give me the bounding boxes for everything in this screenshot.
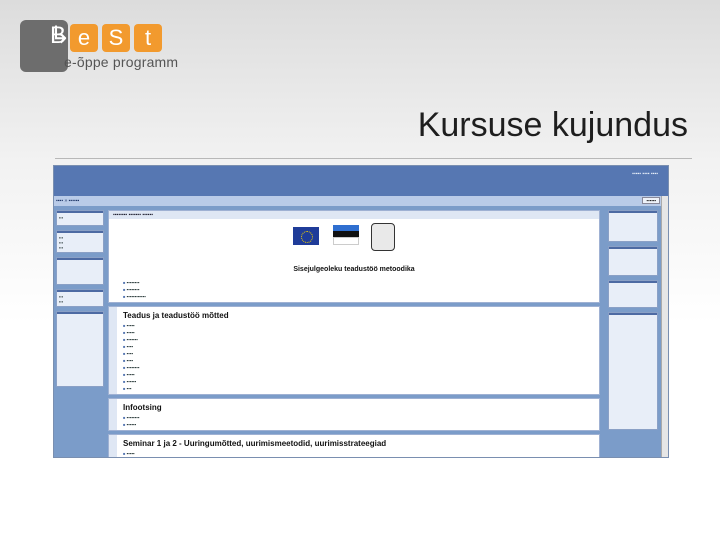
block-body <box>609 249 657 275</box>
resource-link[interactable]: ▪▪▪▪▪▪▪▪ <box>123 364 595 371</box>
scrollbar[interactable] <box>661 196 668 457</box>
course-page-screenshot: ▪▪▪▪▪ ▪▪▪▪ ▪▪▪▪ ▪▪▪▪ » ▪▪▪▪▪▪ ▪▪▪▪▪▪ ▪▪▪… <box>53 165 669 458</box>
topic-section-2: Infootsing ▪▪▪▪▪▪▪▪ ▪▪▪▪▪▪ <box>108 398 600 431</box>
course-content: ▪▪▪▪▪▪▪▪ ▪▪▪▪▪▪▪ ▪▪▪▪▪▪ Sisejulgeoleku t… <box>108 210 600 457</box>
sponsor-logos <box>109 219 599 265</box>
right-column <box>608 210 658 434</box>
left-column: ▪▪▪ ▪▪▪ ▪▪▪ ▪▪▪ ▪▪▪ ▪▪▪ <box>56 210 104 391</box>
resource-link[interactable]: ▪▪▪▪▪▪ <box>123 421 595 428</box>
resource-link[interactable]: ▪▪▪▪▪ <box>123 322 595 329</box>
eu-flag-icon <box>293 227 319 245</box>
resource-link[interactable]: ▪▪▪▪▪▪▪ <box>123 336 595 343</box>
course-intro-section: ▪▪▪▪▪▪▪▪ ▪▪▪▪▪▪▪ ▪▪▪▪▪▪ Sisejulgeoleku t… <box>108 210 600 303</box>
resource-link[interactable]: ▪▪▪▪▪▪▪▪ <box>123 279 595 286</box>
admin-block: ▪▪▪ ▪▪▪ <box>56 289 104 307</box>
breadcrumb[interactable]: ▪▪▪▪ » ▪▪▪▪▪▪ <box>56 198 79 204</box>
logo-b-block: B ↳ <box>20 20 71 72</box>
recent-activity-block <box>608 280 658 308</box>
topic-section-3: Seminar 1 ja 2 - Uuringumõtted, uurimism… <box>108 434 600 457</box>
logo-subtitle: e-õppe programm <box>64 54 179 70</box>
resource-link[interactable]: ▪▪▪▪▪▪▪▪▪▪▪▪ <box>123 293 595 300</box>
logo-arrow-icon: ↳ <box>50 22 71 49</box>
best-logo: B ↳ e S t e-õppe programm <box>20 20 180 76</box>
resource-link[interactable]: ▪▪▪▪▪▪▪▪ <box>123 414 595 421</box>
search-block <box>56 257 104 285</box>
section-header: ▪▪▪▪▪▪▪▪ ▪▪▪▪▪▪▪ ▪▪▪▪▪▪ <box>109 211 599 219</box>
resource-link[interactable]: ▪▪▪▪▪▪ <box>123 378 595 385</box>
resource-link[interactable]: ▪▪▪▪ <box>123 350 595 357</box>
resource-link[interactable]: ▪▪▪▪▪▪▪▪ <box>123 286 595 293</box>
activities-block: ▪▪▪ ▪▪▪ ▪▪▪ <box>56 230 104 253</box>
block-body <box>609 315 657 429</box>
header-links: ▪▪▪▪▪ ▪▪▪▪ ▪▪▪▪ <box>632 171 658 177</box>
topic-title: Teadus ja teadustöö mõtted <box>123 311 229 320</box>
topic-section-1: Teadus ja teadustöö mõtted ▪▪▪▪▪ ▪▪▪▪▪ ▪… <box>108 306 600 395</box>
logo-letter-e: e <box>70 24 98 52</box>
people-block: ▪▪▪ <box>56 210 104 226</box>
courses-block <box>56 311 104 387</box>
resource-link[interactable]: ▪▪▪▪▪ <box>123 329 595 336</box>
moodle-header: ▪▪▪▪▪ ▪▪▪▪ ▪▪▪▪ <box>54 166 668 196</box>
topic-title: Infootsing <box>123 403 162 412</box>
block-body <box>57 260 103 284</box>
title-divider <box>55 158 692 159</box>
section-body: Teadus ja teadustöö mõtted ▪▪▪▪▪ ▪▪▪▪▪ ▪… <box>119 307 599 394</box>
navigation-bar: ▪▪▪▪ » ▪▪▪▪▪▪ ▪▪▪▪▪▪ <box>54 196 668 206</box>
edit-button[interactable]: ▪▪▪▪▪▪ <box>642 197 660 204</box>
block-body <box>57 314 103 386</box>
block-body: ▪▪▪ ▪▪▪ <box>59 294 64 304</box>
course-title: Sisejulgeoleku teadustöö metoodika <box>293 266 415 273</box>
latest-news-block <box>608 210 658 242</box>
topic-title: Seminar 1 ja 2 - Uuringumõtted, uurimism… <box>123 439 387 448</box>
block-body: ▪▪▪ ▪▪▪ ▪▪▪ <box>59 235 64 250</box>
section-number <box>109 307 117 394</box>
block-body: ▪▪▪ <box>59 215 64 220</box>
block-body <box>609 213 657 241</box>
resource-link[interactable]: ▪▪▪▪ <box>123 343 595 350</box>
section-number <box>109 399 117 430</box>
slide-title: Kursuse kujundus <box>417 106 688 144</box>
section-body: Infootsing ▪▪▪▪▪▪▪▪ ▪▪▪▪▪▪ <box>119 399 599 430</box>
resource-link[interactable]: ▪▪▪▪▪ <box>123 371 595 378</box>
estonian-flag-icon <box>333 225 359 245</box>
upcoming-events-block <box>608 312 658 430</box>
logo-letter-s: S <box>102 24 130 52</box>
logo-letter-t: t <box>134 24 162 52</box>
section-body: ▪▪▪▪▪▪▪▪ ▪▪▪▪▪▪▪▪ ▪▪▪▪▪▪▪▪▪▪▪▪ <box>119 277 599 302</box>
section-body: Seminar 1 ja 2 - Uuringumõtted, uurimism… <box>119 435 599 457</box>
academy-crest-icon <box>371 223 395 251</box>
resource-link[interactable]: ▪▪▪▪▪ <box>123 450 595 457</box>
resource-link[interactable]: ▪▪▪ <box>123 385 595 392</box>
section-number <box>109 435 117 457</box>
news-block <box>608 246 658 276</box>
resource-link[interactable]: ▪▪▪▪ <box>123 357 595 364</box>
block-body <box>609 283 657 307</box>
